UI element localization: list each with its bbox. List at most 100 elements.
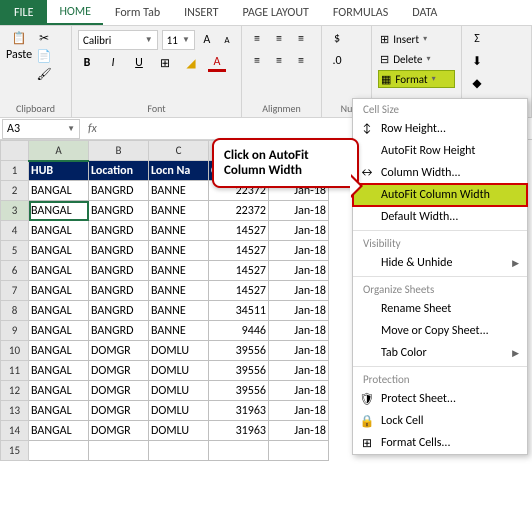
data-cell[interactable]: 31963 [209, 401, 269, 421]
data-cell[interactable]: Jan-18 [269, 381, 329, 401]
data-cell[interactable]: BANGAL [29, 421, 89, 441]
underline-button[interactable]: U [130, 54, 148, 72]
data-cell[interactable]: BANNE [149, 261, 209, 281]
border-icon[interactable]: ⊞ [156, 54, 174, 72]
data-cell[interactable]: BANNE [149, 281, 209, 301]
align-right-icon[interactable]: ≡ [292, 52, 310, 70]
header-cell[interactable]: HUB [29, 161, 89, 181]
data-cell[interactable]: BANGAL [29, 321, 89, 341]
data-cell[interactable]: 22372 [209, 201, 269, 221]
align-center-icon[interactable]: ≡ [270, 52, 288, 70]
data-cell[interactable]: BANGAL [29, 201, 89, 221]
data-cell[interactable]: 34511 [209, 301, 269, 321]
data-cell[interactable]: DOMLU [149, 381, 209, 401]
data-cell[interactable]: BANGAL [29, 241, 89, 261]
italic-button[interactable]: I [104, 54, 122, 72]
data-cell[interactable]: BANGRD [89, 301, 149, 321]
fx-icon[interactable]: fx [80, 122, 105, 136]
ctx-tab-color[interactable]: Tab Color▶ [353, 342, 527, 364]
name-box[interactable]: A3▼ [2, 119, 80, 139]
data-cell[interactable]: BANGRD [89, 261, 149, 281]
row-header-10[interactable]: 10 [1, 341, 29, 361]
data-cell[interactable]: 14527 [209, 241, 269, 261]
data-cell[interactable]: BANGAL [29, 341, 89, 361]
select-all-corner[interactable] [1, 141, 29, 161]
data-cell[interactable]: BANGRD [89, 221, 149, 241]
data-cell[interactable]: DOMGR [89, 401, 149, 421]
data-cell[interactable]: BANGAL [29, 181, 89, 201]
data-cell[interactable]: BANGAL [29, 301, 89, 321]
data-cell[interactable]: 14527 [209, 261, 269, 281]
data-cell[interactable]: BANNE [149, 221, 209, 241]
data-cell[interactable]: BANGRD [89, 281, 149, 301]
header-cell[interactable]: Locn Na [149, 161, 209, 181]
data-cell[interactable]: Jan-18 [269, 241, 329, 261]
font-color-icon[interactable]: A [208, 54, 226, 72]
data-cell[interactable]: 31963 [209, 421, 269, 441]
data-cell[interactable]: Jan-18 [269, 321, 329, 341]
data-cell[interactable]: BANNE [149, 321, 209, 341]
data-cell[interactable]: BANGAL [29, 261, 89, 281]
ctx-autofit-row-height[interactable]: AutoFit Row Height [353, 140, 527, 162]
row-header-1[interactable]: 1 [1, 161, 29, 181]
data-cell[interactable]: Jan-18 [269, 401, 329, 421]
data-cell[interactable]: Jan-18 [269, 201, 329, 221]
tab-insert[interactable]: INSERT [172, 0, 230, 25]
data-cell[interactable]: 14527 [209, 221, 269, 241]
ctx-lock-cell[interactable]: 🔒Lock Cell [353, 410, 527, 432]
header-cell[interactable]: Location [89, 161, 149, 181]
increase-font-icon[interactable]: A [199, 31, 215, 49]
data-cell[interactable]: BANNE [149, 181, 209, 201]
ctx-default-width[interactable]: Default Width... [353, 206, 527, 228]
clear-icon[interactable]: ◆ [468, 74, 486, 92]
data-cell[interactable]: BANGRD [89, 181, 149, 201]
empty-cell[interactable] [29, 441, 89, 461]
copy-icon[interactable]: 📄 [36, 48, 52, 64]
data-cell[interactable]: BANNE [149, 301, 209, 321]
row-header-5[interactable]: 5 [1, 241, 29, 261]
row-header-12[interactable]: 12 [1, 381, 29, 401]
autosum-icon[interactable]: Σ [468, 30, 486, 48]
ctx-format-cells[interactable]: ⊞Format Cells... [353, 432, 527, 454]
empty-cell[interactable] [269, 441, 329, 461]
ctx-move-copy-sheet[interactable]: Move or Copy Sheet... [353, 320, 527, 342]
empty-cell[interactable] [149, 441, 209, 461]
decimal-inc-icon[interactable]: .0 [328, 52, 346, 70]
data-cell[interactable]: BANGAL [29, 281, 89, 301]
empty-cell[interactable] [89, 441, 149, 461]
insert-cells-button[interactable]: ⊞Insert▾ [378, 30, 455, 48]
ctx-rename-sheet[interactable]: Rename Sheet [353, 298, 527, 320]
data-cell[interactable]: Jan-18 [269, 221, 329, 241]
data-cell[interactable]: Jan-18 [269, 341, 329, 361]
row-header-8[interactable]: 8 [1, 301, 29, 321]
format-cells-button[interactable]: ▦Format▾ [378, 70, 455, 88]
data-cell[interactable]: Jan-18 [269, 301, 329, 321]
row-header-7[interactable]: 7 [1, 281, 29, 301]
tab-data[interactable]: DATA [400, 0, 449, 25]
ctx-autofit-column-width[interactable]: AutoFit Column Width [353, 184, 527, 206]
font-name-select[interactable]: Calibri▼ [78, 30, 158, 50]
row-header-4[interactable]: 4 [1, 221, 29, 241]
data-cell[interactable]: DOMGR [89, 421, 149, 441]
row-header-13[interactable]: 13 [1, 401, 29, 421]
row-header-14[interactable]: 14 [1, 421, 29, 441]
data-cell[interactable]: BANNE [149, 201, 209, 221]
fill-color-icon[interactable]: ◢ [182, 54, 200, 72]
data-cell[interactable]: DOMLU [149, 401, 209, 421]
currency-icon[interactable]: $ [328, 30, 346, 48]
data-cell[interactable]: BANNE [149, 241, 209, 261]
col-header-B[interactable]: B [89, 141, 149, 161]
data-cell[interactable]: BANGRD [89, 241, 149, 261]
col-header-C[interactable]: C [149, 141, 209, 161]
data-cell[interactable]: 39556 [209, 381, 269, 401]
empty-cell[interactable] [209, 441, 269, 461]
align-left-icon[interactable]: ≡ [248, 52, 266, 70]
data-cell[interactable]: Jan-18 [269, 361, 329, 381]
data-cell[interactable]: DOMLU [149, 341, 209, 361]
ctx-column-width[interactable]: ↔Column Width... [353, 162, 527, 184]
align-bottom-icon[interactable]: ≡ [292, 30, 310, 48]
data-cell[interactable]: DOMGR [89, 381, 149, 401]
row-header-3[interactable]: 3 [1, 201, 29, 221]
decrease-font-icon[interactable]: A [219, 31, 235, 49]
row-header-11[interactable]: 11 [1, 361, 29, 381]
